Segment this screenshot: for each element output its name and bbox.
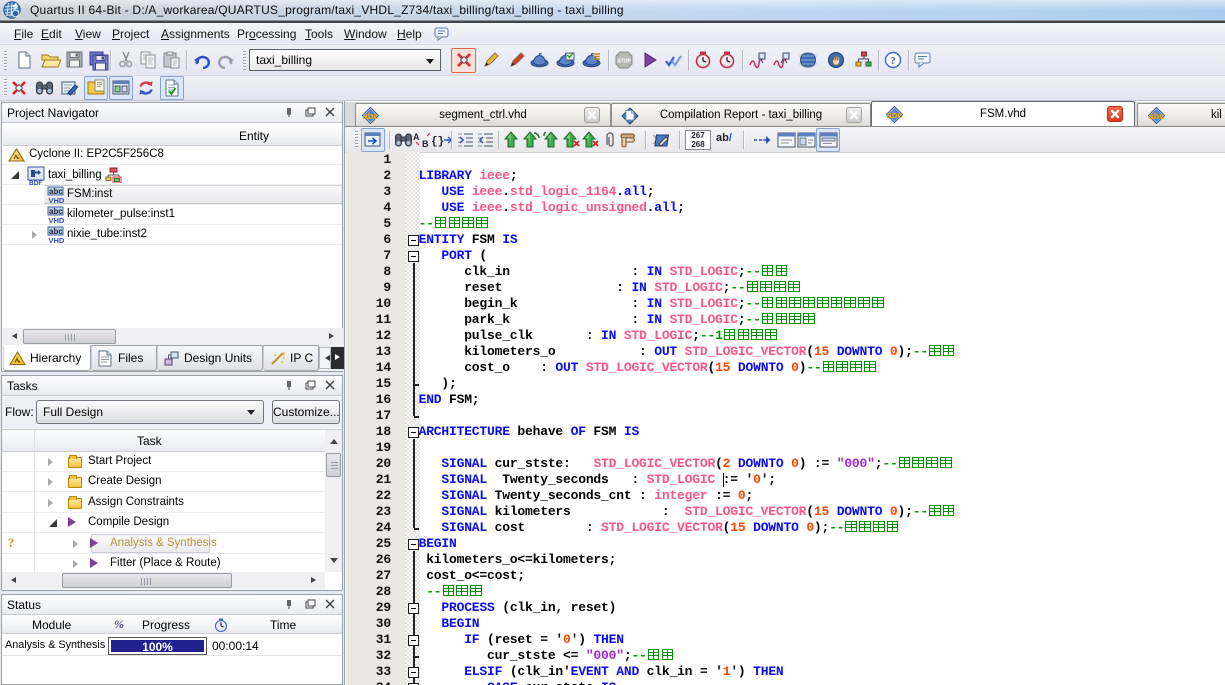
svg-text:VHD: VHD xyxy=(49,216,65,224)
svg-text:abc: abc xyxy=(1148,111,1164,122)
svg-text:VHD: VHD xyxy=(49,196,65,204)
svg-text:?: ? xyxy=(890,55,896,67)
svg-text:STOP: STOP xyxy=(617,59,631,65)
svg-text:VHD: VHD xyxy=(49,236,65,244)
svg-text:abc: abc xyxy=(49,187,63,196)
svg-text:abc: abc xyxy=(49,227,63,236)
svg-text:B: B xyxy=(422,139,429,149)
svg-text:{}: {} xyxy=(431,136,444,148)
svg-text:abc: abc xyxy=(49,207,63,216)
svg-text:A: A xyxy=(413,132,420,142)
